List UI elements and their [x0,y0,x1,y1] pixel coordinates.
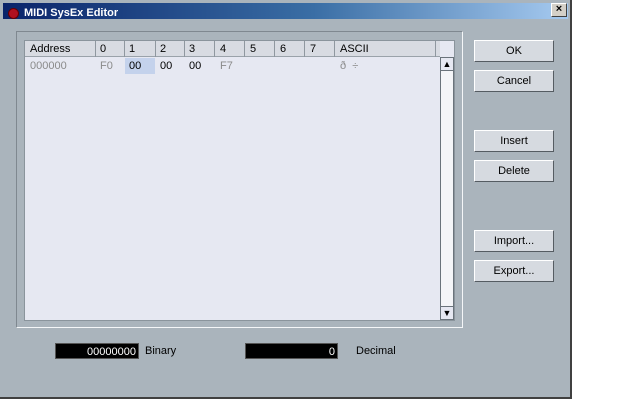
insert-button[interactable]: Insert [474,130,554,152]
ok-button[interactable]: OK [474,40,554,62]
scroll-down-icon[interactable]: ▼ [440,306,454,320]
byte-cell-0[interactable]: F0 [100,58,113,74]
binary-value-field[interactable]: 00000000 [55,343,139,359]
row-ascii[interactable]: ð ÷ [340,58,358,74]
column-divider[interactable] [435,41,436,57]
col-header-2[interactable]: 2 [160,42,166,56]
sysex-editor-dialog: MIDI SysEx Editor × Address 0 1 2 3 4 5 … [0,0,572,399]
col-header-1[interactable]: 1 [129,42,135,56]
title-bar[interactable]: MIDI SysEx Editor [3,3,568,19]
decimal-value-field[interactable]: 0 [245,343,338,359]
column-divider[interactable] [304,41,305,57]
byte-cell-2[interactable]: 00 [160,58,172,74]
col-header-0[interactable]: 0 [100,42,106,56]
column-divider[interactable] [334,41,335,57]
table-header: Address 0 1 2 3 4 5 6 7 ASCII [25,41,440,57]
col-header-5[interactable]: 5 [250,42,256,56]
column-divider[interactable] [184,41,185,57]
sysex-table[interactable]: Address 0 1 2 3 4 5 6 7 ASCII 000000 F0 … [24,40,455,321]
column-divider[interactable] [214,41,215,57]
col-header-address[interactable]: Address [30,42,70,56]
col-header-ascii[interactable]: ASCII [340,42,369,56]
scroll-track[interactable] [440,71,454,306]
col-header-3[interactable]: 3 [189,42,195,56]
col-header-6[interactable]: 6 [280,42,286,56]
export-button[interactable]: Export... [474,260,554,282]
byte-cell-3[interactable]: 00 [189,58,201,74]
column-divider[interactable] [95,41,96,57]
col-header-7[interactable]: 7 [310,42,316,56]
column-divider[interactable] [124,41,125,57]
close-button[interactable]: × [551,3,567,17]
byte-cell-1[interactable]: 00 [129,58,141,74]
decimal-label: Decimal [356,345,396,357]
import-button[interactable]: Import... [474,230,554,252]
scroll-up-icon[interactable]: ▲ [440,57,454,71]
column-divider[interactable] [274,41,275,57]
binary-label: Binary [145,345,177,357]
resize-grip[interactable] [515,395,529,399]
column-divider[interactable] [244,41,245,57]
vertical-scrollbar[interactable]: ▲ ▼ [440,57,454,320]
col-header-4[interactable]: 4 [220,42,226,56]
row-address[interactable]: 000000 [30,58,67,74]
window-title: MIDI SysEx Editor [24,7,119,19]
column-divider[interactable] [155,41,156,57]
app-icon [8,8,19,19]
byte-cell-4[interactable]: F7 [220,58,233,74]
delete-button[interactable]: Delete [474,160,554,182]
cancel-button[interactable]: Cancel [474,70,554,92]
